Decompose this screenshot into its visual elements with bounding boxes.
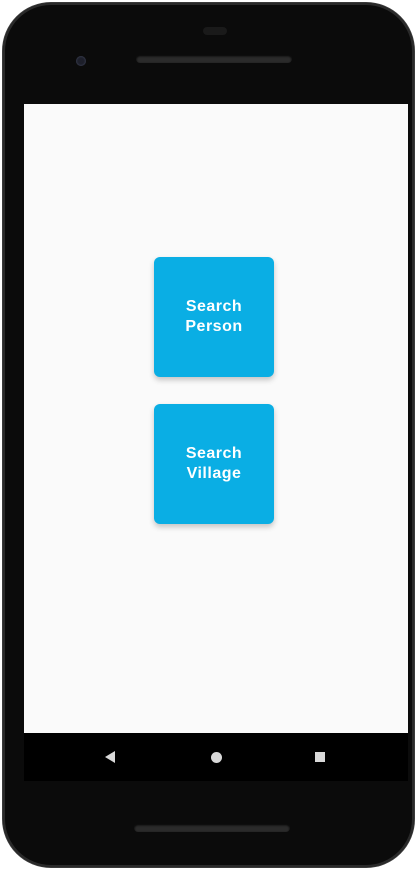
phone-frame: Search Person Search Village [3,3,414,867]
back-button[interactable] [100,747,120,767]
back-triangle-icon [105,751,115,763]
search-person-button[interactable]: Search Person [154,257,274,377]
recents-button[interactable] [310,747,330,767]
sensor [203,27,227,35]
earpiece-speaker [136,55,292,63]
home-button[interactable] [206,747,226,767]
search-person-label: Search Person [185,297,242,337]
home-circle-icon [210,751,222,763]
search-person-label-line2: Person [185,318,243,335]
app-screen: Search Person Search Village [24,104,408,733]
bottom-speaker [134,824,290,832]
system-navigation-bar [24,733,408,781]
search-person-label-line1: Search [185,298,243,315]
search-village-button[interactable]: Search Village [154,404,274,524]
search-village-label-line2: Village [186,465,242,482]
recents-square-icon [315,752,325,762]
search-village-label: Search Village [186,444,242,484]
front-camera-icon [76,56,86,66]
search-village-label-line1: Search [185,445,243,462]
